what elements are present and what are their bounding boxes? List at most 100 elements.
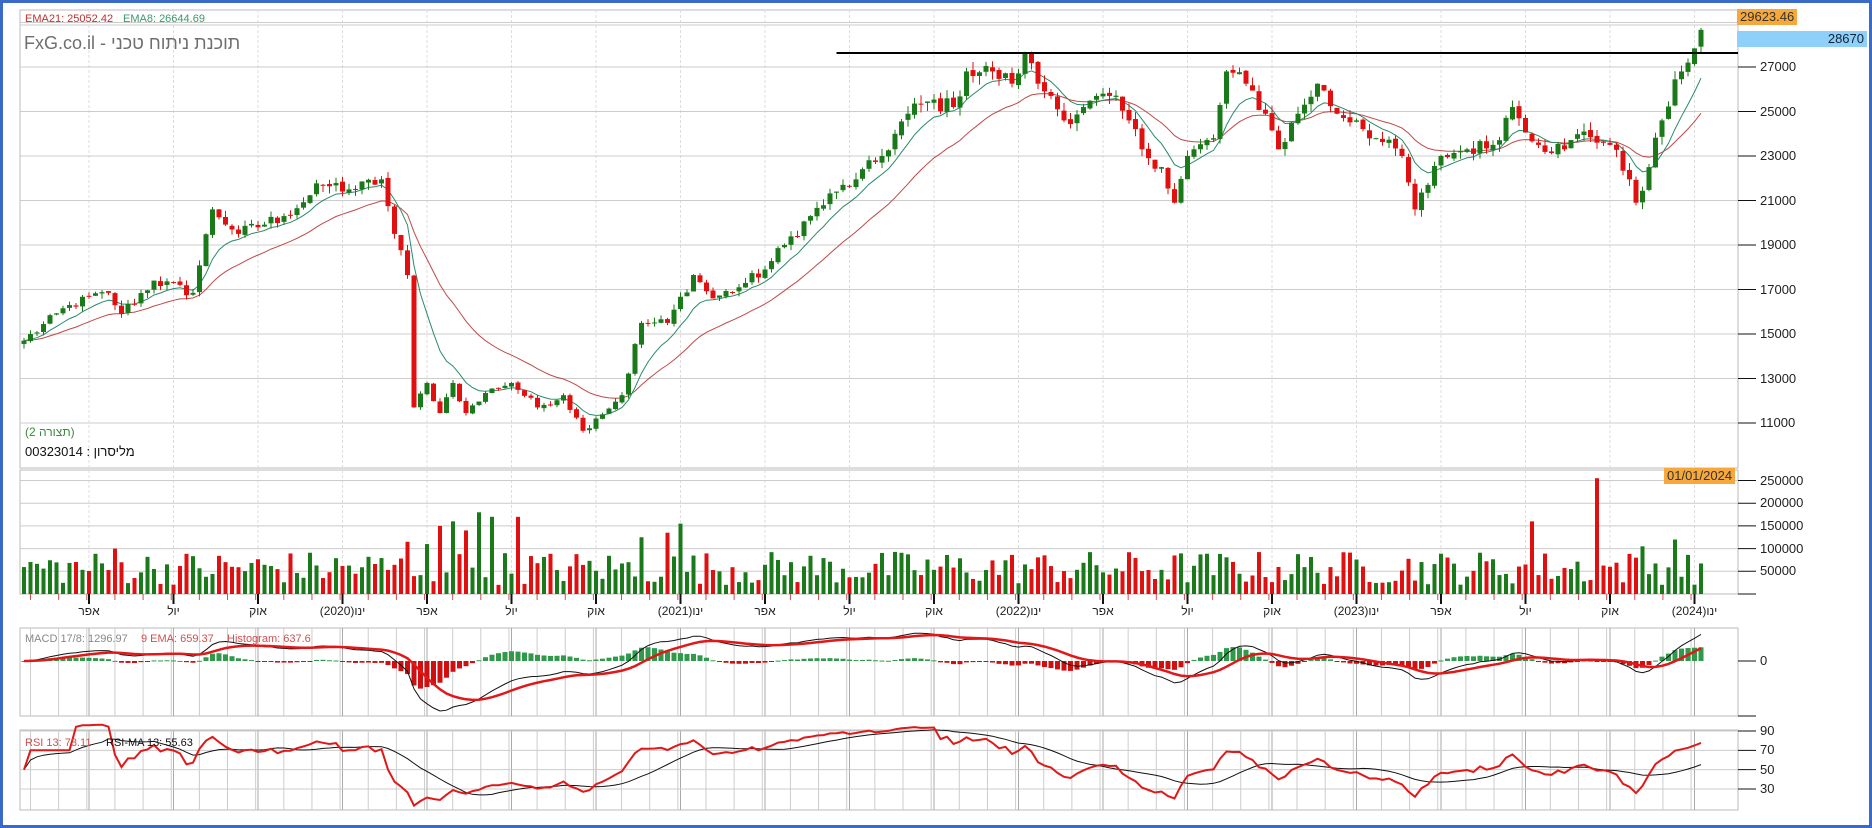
volume-bar: [1497, 575, 1502, 594]
macd-histogram-bar: [821, 658, 826, 661]
candle-body: [1620, 150, 1626, 171]
macd-histogram-bar: [918, 658, 924, 661]
candle-body: [242, 225, 248, 235]
macd-histogram-bar: [1055, 661, 1060, 670]
macd-histogram-bar: [1074, 661, 1080, 670]
stock-chart[interactable]: [0, 0, 1872, 828]
candle-body: [1048, 92, 1054, 96]
macd-histogram-bar: [730, 661, 735, 664]
volume-bar: [119, 562, 124, 594]
volume-bar: [347, 565, 351, 594]
candle-body: [1516, 106, 1522, 119]
volume-bar: [113, 548, 117, 594]
volume-bar: [1283, 580, 1287, 594]
volume-bar: [80, 569, 85, 594]
candle-body: [359, 181, 365, 190]
macd-histogram-bar: [158, 660, 163, 662]
volume-bar: [1660, 584, 1664, 594]
candle-body: [93, 293, 98, 296]
volume-bar: [789, 562, 793, 594]
macd-histogram-bar: [1159, 661, 1164, 669]
macd-histogram-bar: [691, 653, 696, 661]
candle-body: [1172, 189, 1177, 203]
volume-bar: [1666, 567, 1671, 594]
volume-bar: [249, 562, 254, 594]
volume-bar: [1127, 552, 1131, 594]
price-axis-label: 17000: [1760, 281, 1797, 297]
macd-axis-label: 0: [1760, 653, 1768, 668]
volume-bar: [548, 553, 553, 594]
candle-body: [1503, 117, 1509, 141]
macd-histogram-bar: [359, 661, 365, 663]
candle-body: [957, 96, 963, 108]
x-axis-label: אוק: [1601, 604, 1619, 618]
macd-histogram-bar: [1458, 656, 1463, 661]
volume-bar: [1686, 554, 1690, 594]
volume-bar: [1445, 557, 1450, 594]
candle-body: [1035, 61, 1041, 84]
macd-histogram-bar: [177, 660, 183, 662]
candle-body: [444, 397, 449, 414]
volume-bar: [1055, 582, 1060, 594]
candle-body: [847, 185, 852, 187]
candle-body: [405, 250, 410, 276]
volume-bar: [230, 566, 234, 594]
volume-bar: [256, 559, 260, 594]
macd-histogram-bar: [444, 661, 449, 678]
macd-histogram-bar: [236, 658, 241, 661]
candle-body: [1679, 71, 1684, 80]
volume-bar: [223, 562, 228, 594]
candle-body: [879, 156, 885, 163]
macd-histogram-bar: [613, 656, 618, 661]
macd-histogram-bar: [1256, 656, 1262, 661]
volume-bar: [139, 572, 143, 594]
macd-histogram-bar: [1185, 661, 1190, 664]
volume-bar: [1036, 557, 1040, 594]
macd-histogram-bar: [587, 660, 592, 662]
volume-bar: [899, 552, 904, 594]
volume-bar: [815, 575, 819, 594]
macd-histogram-bar: [710, 660, 716, 662]
volume-bar: [418, 575, 423, 594]
volume-bar: [1608, 566, 1612, 594]
volume-bar: [600, 578, 605, 594]
volume-bar: [1452, 563, 1456, 594]
macd-histogram-bar: [717, 661, 722, 662]
candle-body: [697, 275, 703, 283]
candle-body: [1529, 133, 1535, 142]
macd-histogram-bar: [424, 661, 430, 688]
volume-bar: [516, 516, 520, 594]
candle-body: [112, 293, 118, 306]
candle-body: [314, 183, 319, 195]
candle-body: [1250, 85, 1255, 91]
volume-bar: [646, 581, 650, 594]
volume-bar: [1094, 565, 1099, 594]
macd-histogram-bar: [905, 658, 911, 661]
candle-body: [1458, 151, 1463, 153]
candle-body: [1536, 142, 1541, 145]
volume-bar: [1647, 574, 1651, 594]
security-label: מליסרון : 00323014: [25, 444, 135, 459]
macd-histogram-bar: [294, 661, 300, 663]
macd-histogram-bar: [1471, 656, 1476, 661]
volume-bar: [1335, 576, 1339, 594]
candle-body: [1081, 107, 1086, 114]
volume-bar: [1458, 584, 1463, 594]
ema8-line: [23, 70, 1702, 416]
price-axis-label: 11000: [1760, 415, 1796, 430]
volume-bar: [860, 577, 865, 594]
volume-bar: [1640, 546, 1645, 594]
ema21-legend: EMA21: 25052.42: [25, 13, 114, 25]
volume-bar: [906, 554, 910, 594]
candle-body: [145, 290, 150, 293]
candle-body: [1334, 107, 1340, 114]
macd-histogram-bar: [782, 660, 787, 662]
volume-bar: [1166, 579, 1170, 594]
candle-body: [1386, 139, 1392, 143]
volume-bar: [1393, 580, 1398, 594]
macd-histogram-bar: [275, 661, 280, 663]
candle-body: [769, 261, 774, 270]
candle-body: [645, 322, 651, 324]
macd-histogram-bar: [450, 661, 456, 672]
macd-histogram-bar: [1204, 655, 1210, 661]
